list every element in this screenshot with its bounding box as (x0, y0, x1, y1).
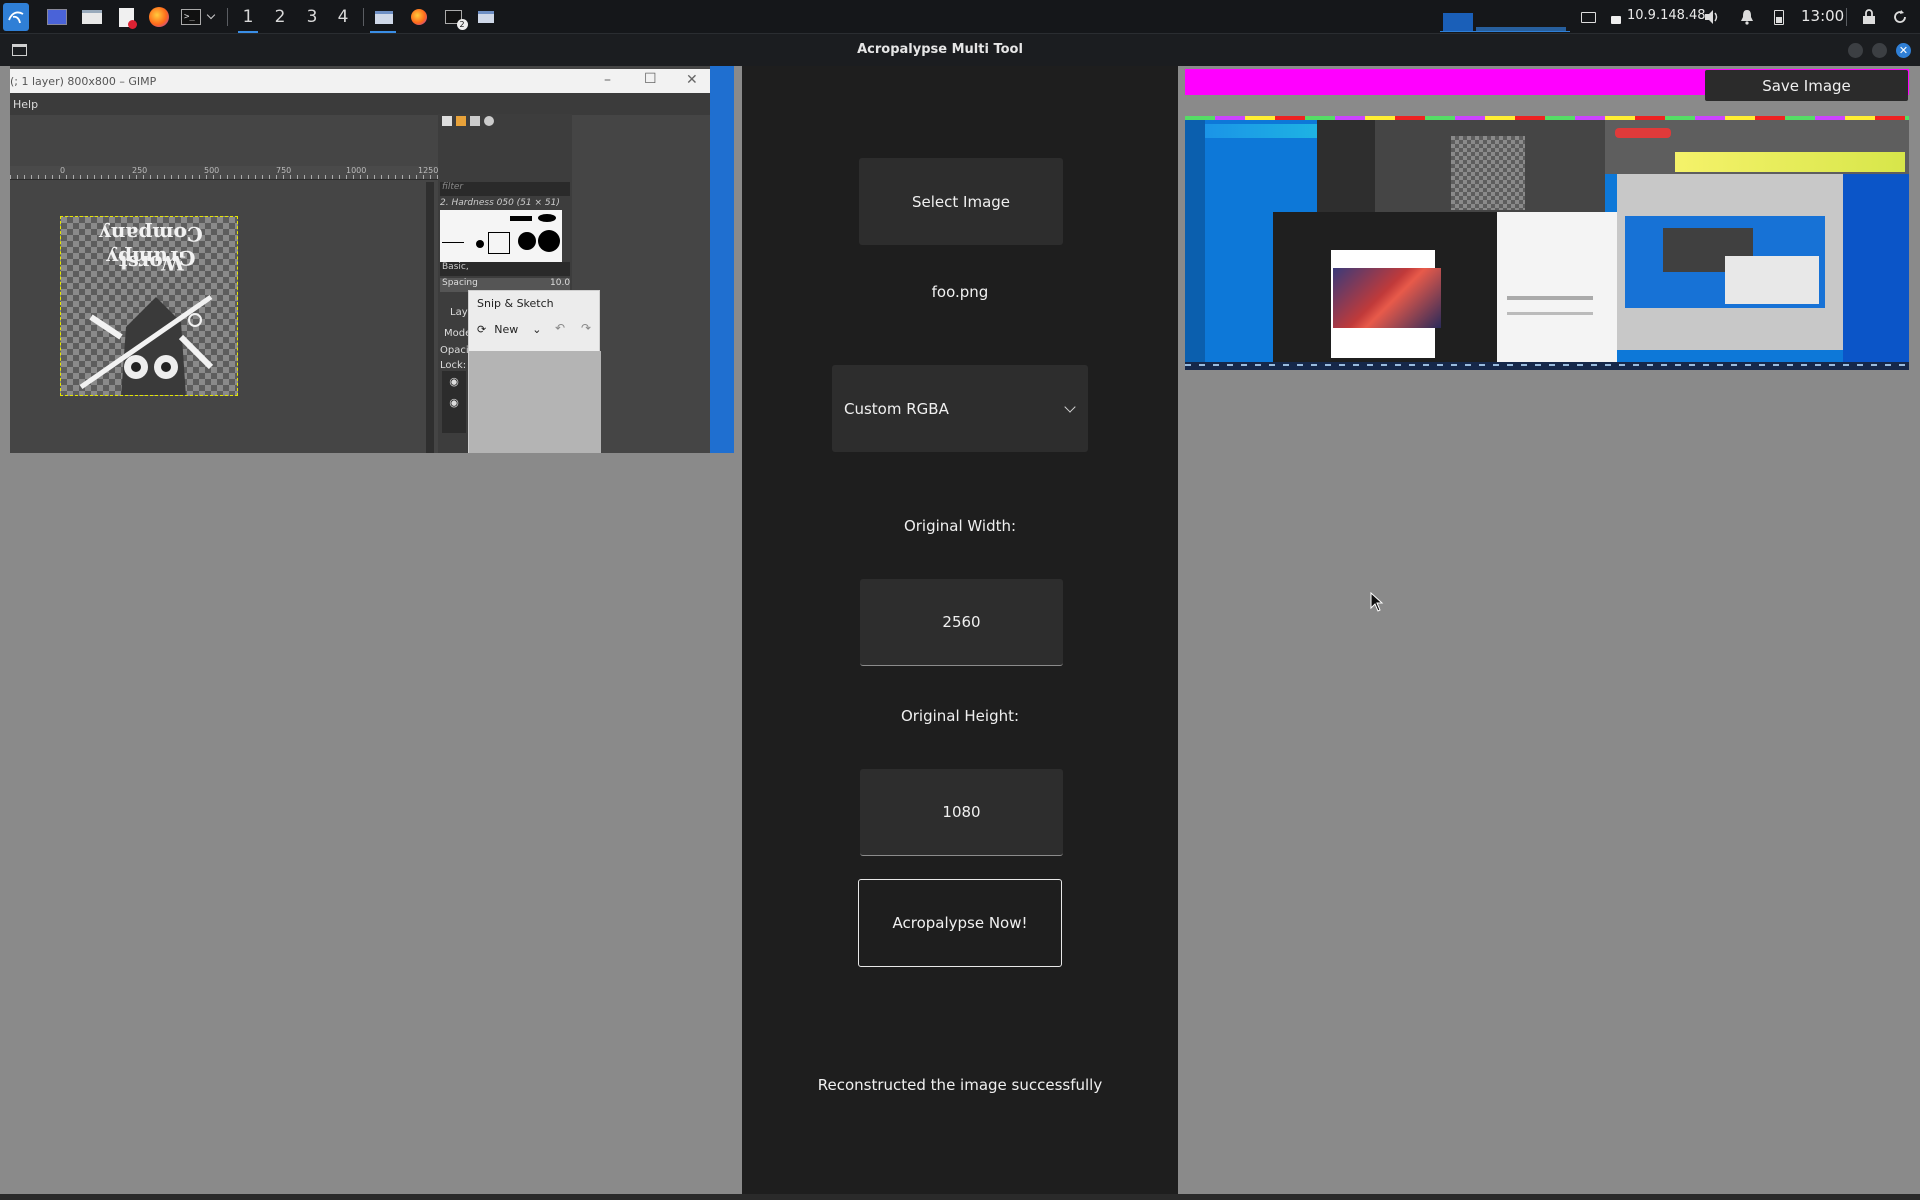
text-editor-icon[interactable] (114, 5, 138, 29)
gimp-menubar (10, 93, 710, 115)
window-task-icon[interactable] (372, 5, 396, 29)
gimp-menu-help: Help (13, 98, 39, 111)
battery-icon[interactable] (1767, 5, 1791, 29)
patterns-tab-icon (456, 116, 466, 126)
terminal-icon[interactable]: >_ (179, 5, 203, 29)
taskbar-divider (227, 8, 228, 26)
taskbar-divider (363, 8, 364, 26)
gimp-close-icon: ✕ (686, 72, 698, 88)
ruler-tick: 750 (276, 166, 292, 175)
vpn-lock-icon[interactable] (1607, 5, 1625, 29)
save-image-button[interactable]: Save Image (1705, 70, 1908, 101)
snip-title: Snip & Sketch (477, 297, 554, 310)
brushes-tab-icon (442, 116, 452, 126)
minimize-button[interactable] (1848, 43, 1863, 58)
ruler-tick: 0 (60, 166, 66, 175)
maximize-button[interactable] (1872, 43, 1887, 58)
output-image-pane: Save Image (1178, 66, 1920, 1194)
ruler-tick: 500 (204, 166, 220, 175)
taskbar: >_ 1 2 3 4 2 10.9.148.48 13:00 (0, 0, 1920, 34)
clock[interactable]: 13:00 (1801, 7, 1844, 25)
workspace-4[interactable]: 4 (331, 6, 355, 28)
power-refresh-icon[interactable] (1888, 5, 1912, 29)
gimp-scrollbar (426, 182, 434, 453)
eye-icon: ◉ (449, 375, 459, 388)
ruler-tick: 1250 (418, 166, 439, 175)
help-tab-icon (484, 116, 494, 126)
chevron-down-icon[interactable] (204, 5, 218, 29)
snip-new-button: ⟳ New ⌄ (477, 323, 541, 336)
gimp-minimize-icon: – (604, 72, 611, 88)
spacing-value: 10.0 (550, 278, 571, 288)
selected-file-name: foo.png (931, 283, 989, 301)
terminal-task-icon[interactable]: 2 (441, 5, 468, 30)
network-ip: 10.9.148.48 (1627, 8, 1706, 23)
network-graph (1440, 10, 1570, 32)
brush-name: 2. Hardness 050 (51 × 51) (440, 198, 560, 208)
brush-set-select: Basic, (440, 262, 570, 276)
ruler-tick: 1000 (346, 166, 367, 175)
snip-new-label: New (494, 323, 519, 336)
fonts-tab-icon (470, 116, 480, 126)
workspace-3[interactable]: 3 (300, 6, 324, 28)
gimp-canvas: Worst Grumpy Company (60, 216, 238, 396)
format-dropdown[interactable]: Custom RGBA (832, 365, 1088, 452)
acropalypse-now-button[interactable]: Acropalypse Now! (858, 879, 1062, 967)
taskbar-divider (1846, 8, 1847, 26)
window-title: Acropalypse Multi Tool (857, 42, 1023, 57)
gimp-titlebar: (; 1 layer) 800x800 – GIMP – ☐ ✕ (10, 69, 710, 93)
snip-icon: ⟳ (477, 323, 487, 336)
mascot-image (79, 294, 214, 395)
undo-icon: ↶ (555, 321, 566, 335)
mouse-cursor-icon (1370, 592, 1384, 612)
controls-pane: Select Image foo.png Custom RGBA Origina… (742, 66, 1178, 1194)
brush-filter-field: filter (440, 182, 570, 196)
eye-icon: ◉ (449, 396, 459, 409)
file-manager-icon[interactable] (80, 5, 104, 29)
chevron-down-icon: ⌄ (532, 323, 542, 336)
snip-sketch-window: Snip & Sketch ⟳ New ⌄ ↶ ↷ (468, 290, 601, 453)
display-icon[interactable] (1576, 5, 1600, 29)
close-button[interactable]: ✕ (1896, 43, 1911, 58)
ruler-tick: 250 (132, 166, 148, 175)
window-titlebar: Acropalypse Multi Tool ✕ (0, 34, 1920, 66)
layer-visibility-column: ◉ ◉ (442, 371, 466, 433)
gimp-title: (; 1 layer) 800x800 – GIMP (10, 75, 157, 88)
firefox-icon[interactable] (147, 5, 171, 29)
volume-icon[interactable] (1700, 5, 1724, 29)
source-screenshot-preview: (; 1 layer) 800x800 – GIMP – ☐ ✕ Help 0 … (10, 66, 734, 453)
source-image-pane: (; 1 layer) 800x800 – GIMP – ☐ ✕ Help 0 … (0, 66, 742, 1194)
workspace-2[interactable]: 2 (268, 6, 292, 28)
snip-canvas (469, 351, 601, 453)
notification-bell-icon[interactable] (1735, 5, 1759, 29)
format-dropdown-value: Custom RGBA (844, 399, 949, 418)
reconstructed-image (1185, 116, 1909, 370)
chevron-down-icon (1064, 401, 1076, 413)
active-task-indicator (370, 31, 396, 33)
lock-screen-icon[interactable] (1857, 5, 1881, 29)
original-height-label: Original Height: (900, 707, 1020, 725)
canvas-text: Grumpy Company (99, 222, 203, 270)
workspace-1[interactable]: 1 (236, 6, 260, 33)
desktop-background (710, 66, 734, 453)
original-width-label: Original Width: (903, 517, 1017, 535)
window-task-icon-2[interactable] (474, 5, 498, 29)
firefox-task-icon[interactable] (407, 5, 431, 29)
redo-icon: ↷ (581, 321, 592, 335)
lock-label: Lock: (440, 360, 467, 371)
gimp-maximize-icon: ☐ (644, 71, 657, 87)
brush-grid (440, 210, 562, 262)
kali-menu-icon[interactable] (3, 3, 29, 31)
desktop-icon[interactable] (45, 5, 69, 29)
select-image-button[interactable]: Select Image (859, 158, 1063, 245)
original-height-field[interactable]: 1080 (860, 769, 1063, 856)
window-bottom-border (0, 1194, 1920, 1200)
status-message: Reconstructed the image successfully (817, 1076, 1103, 1094)
original-width-field[interactable]: 2560 (860, 579, 1063, 666)
